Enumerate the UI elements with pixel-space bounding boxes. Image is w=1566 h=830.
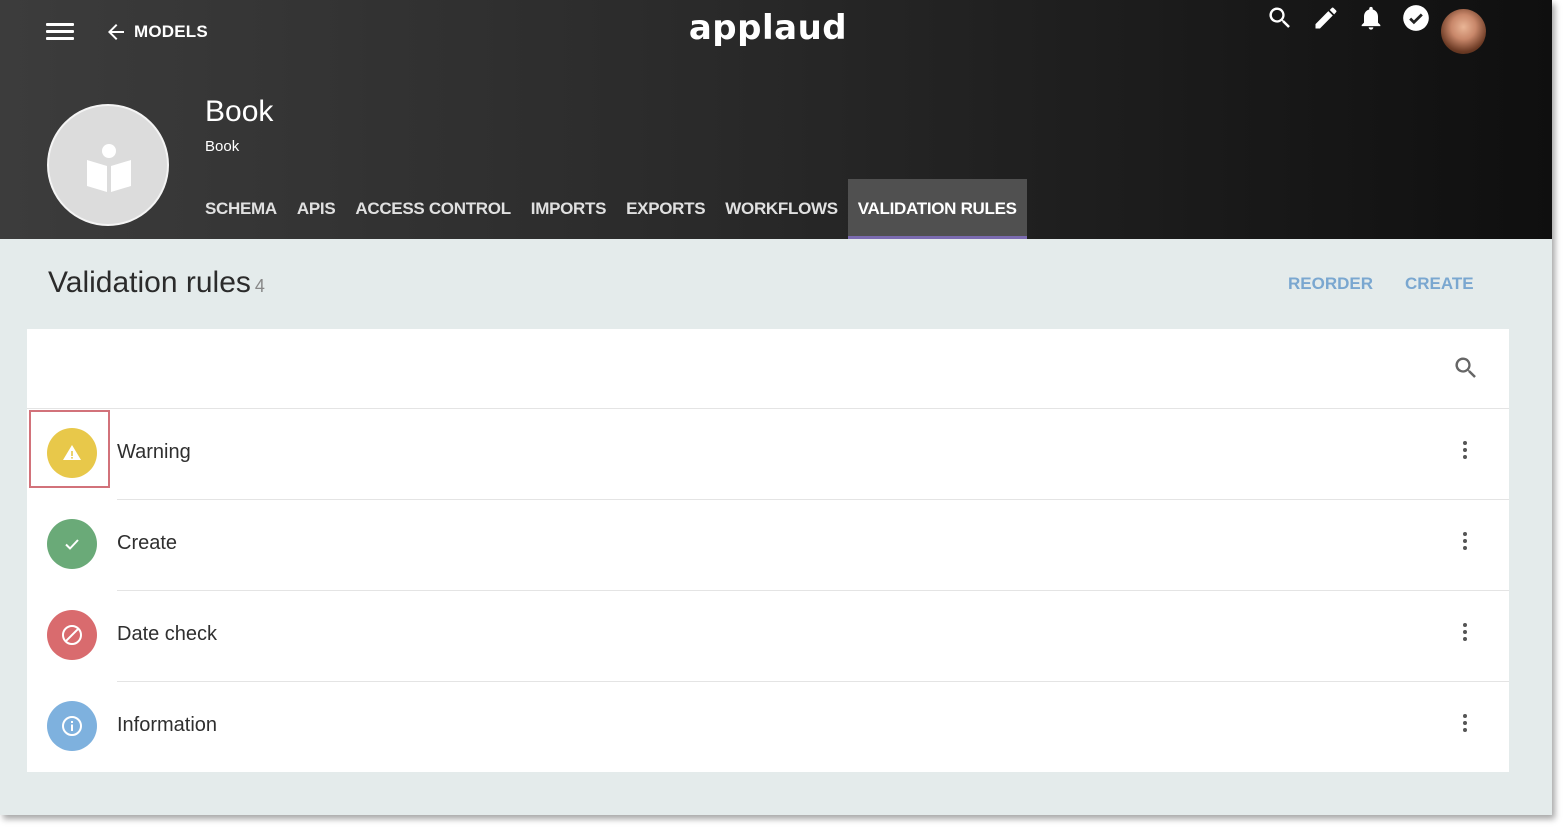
- search-icon[interactable]: [1266, 4, 1294, 32]
- tab-validation-rules[interactable]: VALIDATION RULES: [847, 179, 1027, 239]
- tab-apis[interactable]: APIS: [287, 179, 345, 239]
- divider: [27, 408, 1509, 409]
- header-bar: MODELS applaud Book Book SCHEMA APIS ACC…: [0, 0, 1552, 239]
- page-title-text: Validation rules: [48, 266, 251, 299]
- more-vert-icon[interactable]: [1453, 711, 1477, 739]
- more-vert-icon[interactable]: [1453, 529, 1477, 557]
- divider: [117, 590, 1509, 591]
- menu-icon[interactable]: [46, 20, 74, 42]
- tab-exports[interactable]: EXPORTS: [616, 179, 715, 239]
- search-icon[interactable]: [1452, 354, 1480, 382]
- rule-status-badge: [47, 519, 97, 569]
- check-icon: [65, 539, 79, 550]
- list-item[interactable]: Create: [27, 499, 1509, 590]
- warning-icon: [63, 445, 81, 460]
- list-item[interactable]: Information: [27, 681, 1509, 772]
- list-item[interactable]: Date check: [27, 590, 1509, 681]
- rule-status-badge: [47, 701, 97, 751]
- list-item[interactable]: Warning: [27, 408, 1509, 499]
- bell-icon[interactable]: [1357, 4, 1385, 32]
- reorder-button[interactable]: REORDER: [1288, 274, 1373, 294]
- tab-workflows[interactable]: WORKFLOWS: [715, 179, 848, 239]
- book-reader-icon: [87, 144, 131, 192]
- rule-status-badge: [47, 610, 97, 660]
- divider: [117, 681, 1509, 682]
- rule-name: Date check: [117, 623, 218, 645]
- more-vert-icon[interactable]: [1453, 438, 1477, 466]
- page-title: Validation rules 4: [48, 266, 265, 300]
- back-to-models-button[interactable]: MODELS: [104, 18, 208, 46]
- rules-list-card: Warning Create Date check Information: [27, 329, 1509, 772]
- model-subtitle: Book: [205, 138, 240, 155]
- back-label: MODELS: [134, 22, 208, 41]
- rule-name: Warning: [117, 441, 191, 463]
- app-window: MODELS applaud Book Book SCHEMA APIS ACC…: [0, 0, 1552, 815]
- create-button[interactable]: CREATE: [1405, 274, 1474, 294]
- arrow-back-icon: [108, 24, 124, 40]
- pencil-icon[interactable]: [1312, 4, 1340, 32]
- block-icon: [62, 625, 82, 645]
- check-circle-icon[interactable]: [1402, 4, 1430, 32]
- tab-schema[interactable]: SCHEMA: [195, 179, 287, 239]
- rule-name: Information: [117, 714, 218, 736]
- avatar[interactable]: [1441, 9, 1486, 54]
- info-icon: [62, 716, 82, 736]
- model-tabs: SCHEMA APIS ACCESS CONTROL IMPORTS EXPOR…: [195, 179, 1027, 239]
- app-logo: applaud: [688, 8, 848, 48]
- model-avatar: [47, 104, 169, 226]
- more-vert-icon[interactable]: [1453, 620, 1477, 648]
- rule-status-badge: [47, 428, 97, 478]
- tab-imports[interactable]: IMPORTS: [521, 179, 616, 239]
- tab-access-control[interactable]: ACCESS CONTROL: [345, 179, 520, 239]
- model-title: Book: [205, 95, 274, 128]
- rule-name: Create: [117, 532, 178, 554]
- rule-count: 4: [254, 276, 265, 296]
- divider: [117, 499, 1509, 500]
